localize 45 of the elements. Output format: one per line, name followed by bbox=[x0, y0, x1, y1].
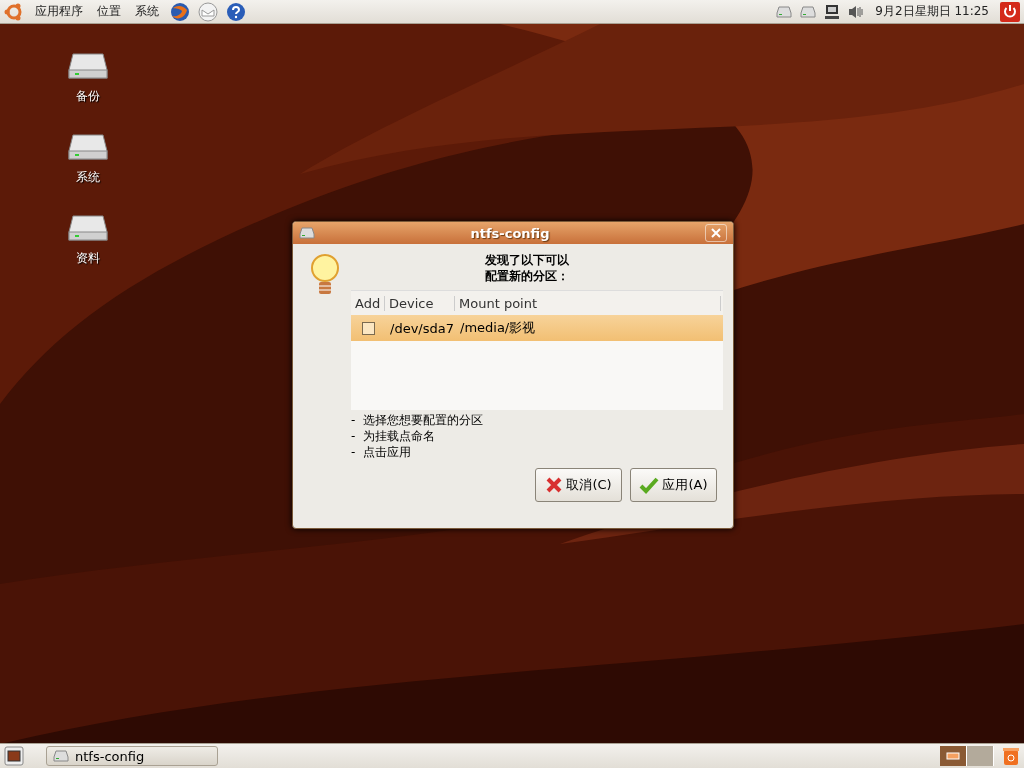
checkmark-icon bbox=[639, 476, 660, 494]
checkbox[interactable] bbox=[362, 321, 375, 335]
power-icon[interactable] bbox=[1000, 1, 1020, 22]
taskbar-button[interactable]: ntfs-config bbox=[46, 746, 218, 766]
instruction-text: - 选择您想要配置的分区 bbox=[351, 412, 484, 428]
table-cell-text: /dev/sda7 bbox=[389, 320, 455, 336]
column-header[interactable]: Mount point bbox=[455, 295, 721, 311]
trash-icon[interactable] bbox=[1002, 746, 1020, 766]
icon-label[interactable]: 备份 bbox=[76, 88, 100, 105]
icon-label[interactable]: 资料 bbox=[76, 250, 100, 267]
drive-icon bbox=[67, 50, 109, 82]
drive-icon[interactable] bbox=[53, 750, 69, 762]
clock[interactable]: 9月2日星期日 11:25 bbox=[872, 3, 992, 20]
instruction-text: - 为挂载点命名 bbox=[351, 428, 436, 444]
ubuntu-logo-icon[interactable] bbox=[4, 1, 24, 22]
icon-label[interactable]: 系统 bbox=[76, 169, 100, 186]
cancel-button[interactable]: 取消(C) bbox=[535, 468, 622, 502]
column-header[interactable]: Add bbox=[351, 295, 385, 311]
column-header[interactable]: Device bbox=[385, 295, 455, 311]
browser-globe-icon[interactable] bbox=[170, 1, 190, 22]
printer-icon[interactable] bbox=[800, 5, 817, 18]
help-icon[interactable] bbox=[226, 1, 246, 22]
printer-icon[interactable] bbox=[776, 5, 793, 18]
close-icon bbox=[711, 228, 721, 238]
workspace-button[interactable] bbox=[940, 746, 967, 766]
window-title: ntfs-config bbox=[469, 225, 551, 241]
dialog-heading: 发现了以下可以 bbox=[485, 252, 569, 268]
close-button[interactable] bbox=[705, 224, 727, 242]
close-icon bbox=[545, 476, 564, 494]
drive-icon bbox=[67, 131, 109, 163]
table-row[interactable]: /dev/sda7 /media/影视 bbox=[351, 315, 723, 341]
menu-item[interactable]: 应用程序 bbox=[32, 3, 86, 20]
instruction-text: - 点击应用 bbox=[351, 444, 412, 460]
window-icon bbox=[946, 752, 960, 760]
speaker-icon[interactable] bbox=[848, 3, 865, 20]
drive-icon bbox=[67, 212, 109, 244]
mail-envelope-icon[interactable] bbox=[198, 1, 218, 22]
menu-item[interactable]: 系统 bbox=[132, 3, 162, 20]
show-desktop-icon[interactable] bbox=[4, 746, 24, 766]
drive-icon[interactable] bbox=[299, 227, 315, 239]
apply-button[interactable]: 应用(A) bbox=[630, 468, 717, 502]
menu-item[interactable]: 位置 bbox=[94, 3, 124, 20]
dialog-heading: 配置新的分区： bbox=[485, 268, 569, 284]
network-computer-icon[interactable] bbox=[824, 3, 841, 20]
table-cell-text: /media/影视 bbox=[459, 319, 537, 337]
